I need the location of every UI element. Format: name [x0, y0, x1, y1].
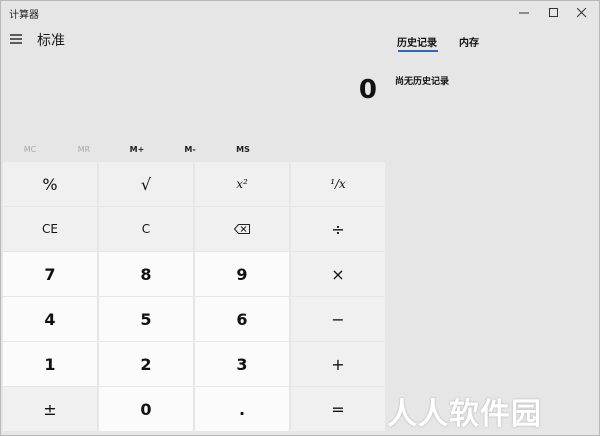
- memory-row: MC MR M+ M- MS: [3, 140, 383, 158]
- minimize-icon: [519, 12, 529, 14]
- digit-9-button[interactable]: 9: [195, 252, 289, 296]
- digit-1-button[interactable]: 1: [3, 342, 97, 386]
- watermark: 人人软件园: [387, 397, 542, 432]
- history-empty-message: 尚无历史记录: [395, 77, 450, 87]
- memory-store-button[interactable]: MS: [216, 140, 270, 158]
- title-bar: 计算器: [1, 1, 599, 25]
- digit-8-button[interactable]: 8: [99, 252, 193, 296]
- navigation-menu-button[interactable]: [7, 31, 25, 47]
- minimize-button[interactable]: [509, 1, 539, 25]
- tab-memory[interactable]: 内存: [459, 34, 479, 49]
- digit-7-button[interactable]: 7: [3, 252, 97, 296]
- digit-5-button[interactable]: 5: [99, 297, 193, 341]
- memory-recall-button[interactable]: MR: [57, 140, 111, 158]
- square-root-button[interactable]: √: [99, 162, 193, 206]
- multiply-button[interactable]: ×: [291, 252, 385, 296]
- close-button[interactable]: [567, 1, 597, 25]
- calculator-window: 计算器 标准 0 历史记录 内存 尚无历史记录 MC MR M+ M- MS %…: [0, 0, 600, 436]
- backspace-icon: [234, 224, 250, 234]
- tab-history[interactable]: 历史记录: [397, 34, 437, 49]
- active-tab-indicator: [398, 50, 438, 52]
- reciprocal-button[interactable]: ¹/x: [291, 162, 385, 206]
- digit-2-button[interactable]: 2: [99, 342, 193, 386]
- result-display: 0: [358, 75, 377, 105]
- maximize-icon: [549, 8, 558, 17]
- clear-button[interactable]: C: [99, 207, 193, 251]
- backspace-button[interactable]: [195, 207, 289, 251]
- divide-button[interactable]: ÷: [291, 207, 385, 251]
- memory-clear-button[interactable]: MC: [3, 140, 57, 158]
- memory-subtract-button[interactable]: M-: [163, 140, 217, 158]
- decimal-point-button[interactable]: .: [195, 387, 289, 431]
- digit-0-button[interactable]: 0: [99, 387, 193, 431]
- add-button[interactable]: +: [291, 342, 385, 386]
- maximize-button[interactable]: [539, 1, 569, 25]
- equals-button[interactable]: =: [291, 387, 385, 431]
- digit-6-button[interactable]: 6: [195, 297, 289, 341]
- app-title: 计算器: [9, 10, 39, 21]
- negate-button[interactable]: ±: [3, 387, 97, 431]
- memory-add-button[interactable]: M+: [110, 140, 164, 158]
- hamburger-icon: [10, 34, 22, 44]
- clear-entry-button[interactable]: CE: [3, 207, 97, 251]
- subtract-button[interactable]: −: [291, 297, 385, 341]
- digit-3-button[interactable]: 3: [195, 342, 289, 386]
- keypad: % √ x² ¹/x CE C ÷ 7 8 9 × 4 5 6 − 1 2 3 …: [3, 162, 385, 434]
- square-button[interactable]: x²: [195, 162, 289, 206]
- mode-title: 标准: [37, 33, 65, 49]
- percent-button[interactable]: %: [3, 162, 97, 206]
- digit-4-button[interactable]: 4: [3, 297, 97, 341]
- close-icon: [577, 8, 587, 18]
